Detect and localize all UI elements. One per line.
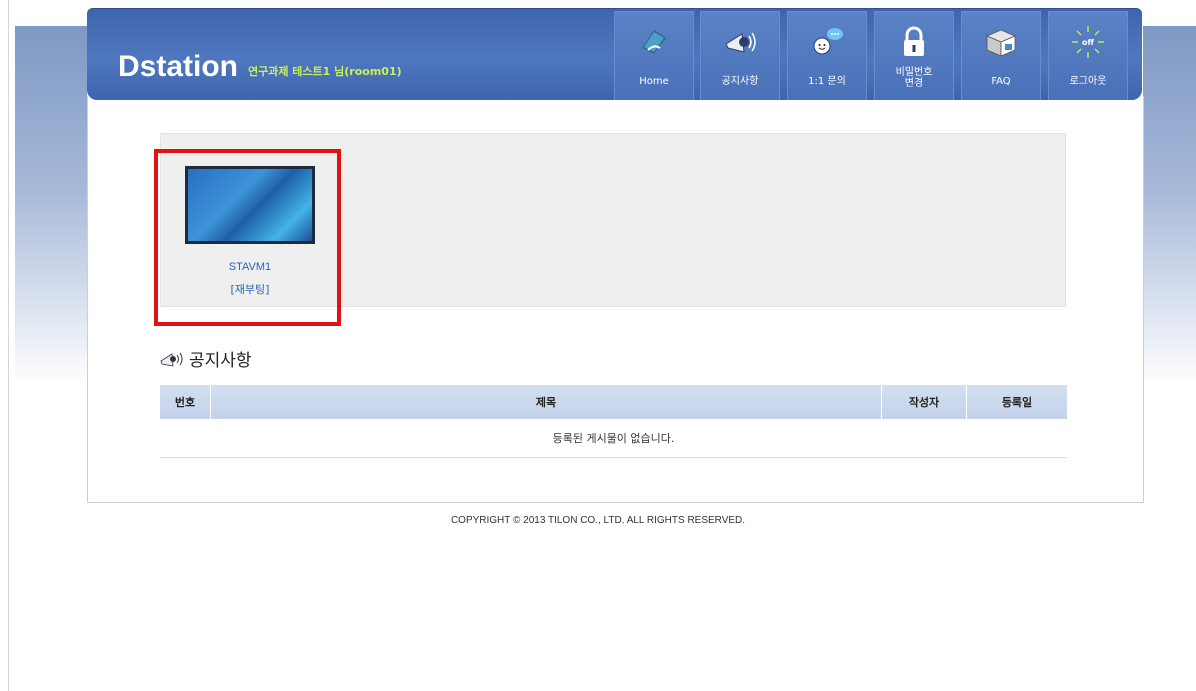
lock-icon (904, 26, 924, 56)
logout-icon-text: off (1082, 38, 1094, 47)
nav-password-label-1: 비밀번호 (895, 67, 933, 78)
nav-qna-button[interactable]: 1:1 문의 (787, 11, 867, 100)
home-book-icon (642, 30, 666, 54)
column-header-author: 작성자 (881, 385, 967, 419)
nav-notice-button[interactable]: 공지사항 (700, 11, 780, 100)
power-off-icon: off (1072, 26, 1104, 58)
notice-table: 번호 제목 작성자 등록일 등록된 게시물이 없습니다. (160, 385, 1067, 458)
nav-logout-button[interactable]: off 로그아웃 (1048, 11, 1128, 100)
copyright-footer: COPYRIGHT © 2013 TILON CO., LTD. ALL RIG… (450, 515, 746, 526)
nav-logout-label: 로그아웃 (1069, 76, 1107, 87)
nav-home-label: Home (639, 76, 669, 87)
user-info: 연구과제 테스트1 님(room01) (248, 65, 402, 78)
nav-faq-label: FAQ (991, 76, 1011, 87)
notice-header-row: 번호 제목 작성자 등록일 (160, 385, 1067, 419)
nav-home-button[interactable]: Home (614, 11, 694, 100)
column-header-date: 등록일 (966, 385, 1067, 419)
chat-face-icon (813, 28, 843, 55)
left-side-panel (15, 26, 87, 386)
left-edge-line (8, 0, 9, 691)
table-row: 등록된 게시물이 없습니다. (160, 419, 1067, 458)
nav-password-label-2: 변경 (904, 78, 924, 89)
column-header-title: 제목 (210, 385, 882, 419)
right-side-panel (1143, 26, 1196, 386)
column-header-number: 번호 (160, 385, 211, 419)
megaphone-icon (160, 352, 183, 366)
nav-faq-button[interactable]: FAQ (961, 11, 1041, 100)
nav-qna-label: 1:1 문의 (808, 76, 846, 87)
nav-password-button[interactable]: 비밀번호 변경 (874, 11, 954, 100)
megaphone-icon (725, 32, 756, 53)
box-icon (985, 29, 1017, 57)
notice-title: 공지사항 (189, 351, 252, 371)
app-logo[interactable]: Dstation (118, 50, 238, 84)
notice-heading: 공지사항 (160, 346, 252, 371)
nav-notice-label: 공지사항 (721, 76, 759, 87)
empty-message: 등록된 게시물이 없습니다. (160, 419, 1067, 458)
highlight-box (154, 149, 341, 326)
